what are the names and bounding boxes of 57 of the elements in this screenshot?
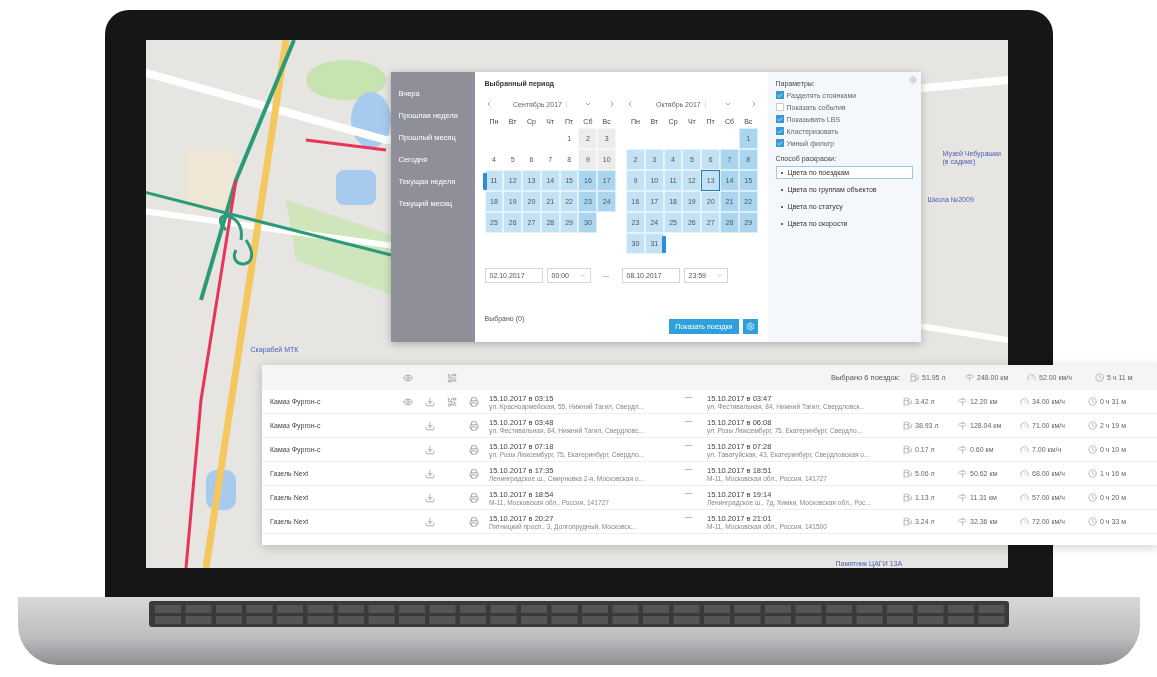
clock-icon — [1088, 445, 1097, 454]
gauge-icon — [1020, 421, 1029, 430]
clock-icon — [1088, 469, 1097, 478]
fuel-icon — [903, 517, 912, 526]
caret-icon — [578, 272, 586, 279]
download-icon[interactable] — [425, 396, 435, 407]
signpost-icon — [958, 469, 967, 478]
gauge-icon — [1027, 373, 1036, 382]
printer-icon[interactable] — [469, 420, 479, 431]
gauge-icon — [1020, 469, 1029, 478]
signpost-icon — [958, 445, 967, 454]
signpost-icon — [958, 493, 967, 502]
dropdown-icon[interactable] — [583, 100, 592, 108]
clock-icon — [1088, 421, 1097, 430]
printer-icon[interactable] — [469, 516, 479, 527]
download-icon[interactable] — [425, 468, 435, 479]
checkbox[interactable] — [775, 139, 784, 147]
checkbox[interactable] — [775, 91, 784, 99]
printer-icon[interactable] — [469, 396, 479, 407]
fuel-icon — [903, 493, 912, 502]
printer-icon[interactable] — [469, 492, 479, 503]
checkbox[interactable] — [775, 115, 784, 123]
gauge-icon — [1020, 493, 1029, 502]
clock-icon — [1095, 373, 1104, 382]
fuel-icon — [903, 445, 912, 454]
signpost-icon — [958, 517, 967, 526]
dropdown-icon[interactable] — [723, 100, 732, 108]
printer-icon[interactable] — [469, 468, 479, 479]
printer-icon[interactable] — [469, 444, 479, 455]
settings-icon[interactable] — [908, 76, 917, 84]
fuel-icon — [903, 469, 912, 478]
fuel-icon — [903, 421, 912, 430]
clock-icon — [1088, 517, 1097, 526]
eye-icon[interactable] — [403, 396, 413, 407]
download-icon[interactable] — [425, 444, 435, 455]
route-off-icon[interactable] — [447, 396, 457, 407]
caret-icon — [715, 272, 723, 279]
gauge-icon — [1020, 397, 1029, 406]
download-icon[interactable] — [425, 420, 435, 431]
range-handle[interactable] — [482, 173, 487, 190]
signpost-icon — [958, 397, 967, 406]
gauge-icon — [1020, 445, 1029, 454]
gauge-icon — [1020, 517, 1029, 526]
range-handle[interactable] — [661, 236, 666, 253]
clock-icon — [1088, 493, 1097, 502]
signpost-icon — [965, 373, 974, 382]
download-icon[interactable] — [425, 492, 435, 503]
clock-icon — [1088, 397, 1097, 406]
route-off-icon[interactable] — [447, 372, 457, 383]
checkbox[interactable] — [775, 127, 784, 135]
checkbox[interactable] — [775, 103, 784, 111]
fuel-icon — [903, 397, 912, 406]
eye-icon[interactable] — [403, 372, 413, 383]
download-icon[interactable] — [425, 516, 435, 527]
fuel-icon — [910, 373, 919, 382]
settings-button[interactable] — [742, 319, 758, 334]
signpost-icon — [958, 421, 967, 430]
